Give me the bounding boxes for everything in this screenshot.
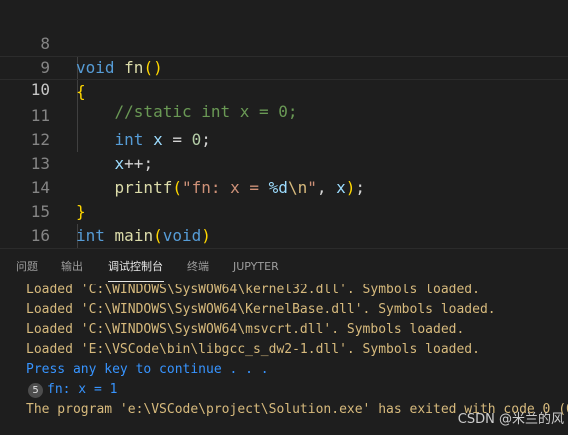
tab-debug-console[interactable]: 调试控制台 <box>108 249 163 285</box>
console-line: Loaded 'C:\WINDOWS\SysWOW64\msvcrt.dll'.… <box>26 322 465 337</box>
code-line[interactable]: 9 { <box>0 32 568 101</box>
watermark: CSDN @米兰的风 <box>457 412 564 427</box>
tab-jupyter[interactable]: JUPYTER <box>233 249 279 285</box>
code-line[interactable]: 13 printf("fn: x = %d\n", x); <box>0 128 568 197</box>
tab-terminal[interactable]: 终端 <box>187 249 209 285</box>
code-line[interactable]: 17 int i; <box>0 224 568 248</box>
code-line[interactable]: 8 void fn() <box>0 8 568 77</box>
code-line[interactable]: 15 int main(void) <box>0 176 568 245</box>
console-line: Loaded 'E:\VSCode\bin\libgcc_s_dw2-1.dll… <box>26 342 480 357</box>
console-line: Press any key to continue . . . <box>26 362 269 377</box>
code-line[interactable]: 12 x++; <box>0 104 568 173</box>
code-line[interactable]: 11 int x = 0; <box>0 80 568 149</box>
console-line: Loaded 'C:\WINDOWS\SysWOW64\kernel32.dll… <box>26 284 480 297</box>
tab-problems[interactable]: 问题 <box>16 249 38 285</box>
code-line-current[interactable]: 10 //static int x = 0; <box>0 56 568 121</box>
repeat-count-badge: 5 <box>28 383 43 398</box>
code-line[interactable]: 14 } <box>0 152 568 221</box>
code-line[interactable]: 16 { <box>0 200 568 245</box>
console-line: Loaded 'C:\WINDOWS\SysWOW64\KernelBase.d… <box>26 302 496 317</box>
code-editor[interactable]: 8 void fn() 9 { 10 //static int x = 0; 1… <box>0 0 568 248</box>
console-line: fn: x = 1 <box>47 382 118 397</box>
tab-output[interactable]: 输出 <box>61 249 83 285</box>
active-tab-indicator <box>108 281 164 282</box>
debug-console-output[interactable]: Loaded 'C:\WINDOWS\SysWOW64\kernel32.dll… <box>0 284 568 435</box>
panel-tab-bar: 问题 输出 调试控制台 终端 JUPYTER <box>0 248 568 284</box>
